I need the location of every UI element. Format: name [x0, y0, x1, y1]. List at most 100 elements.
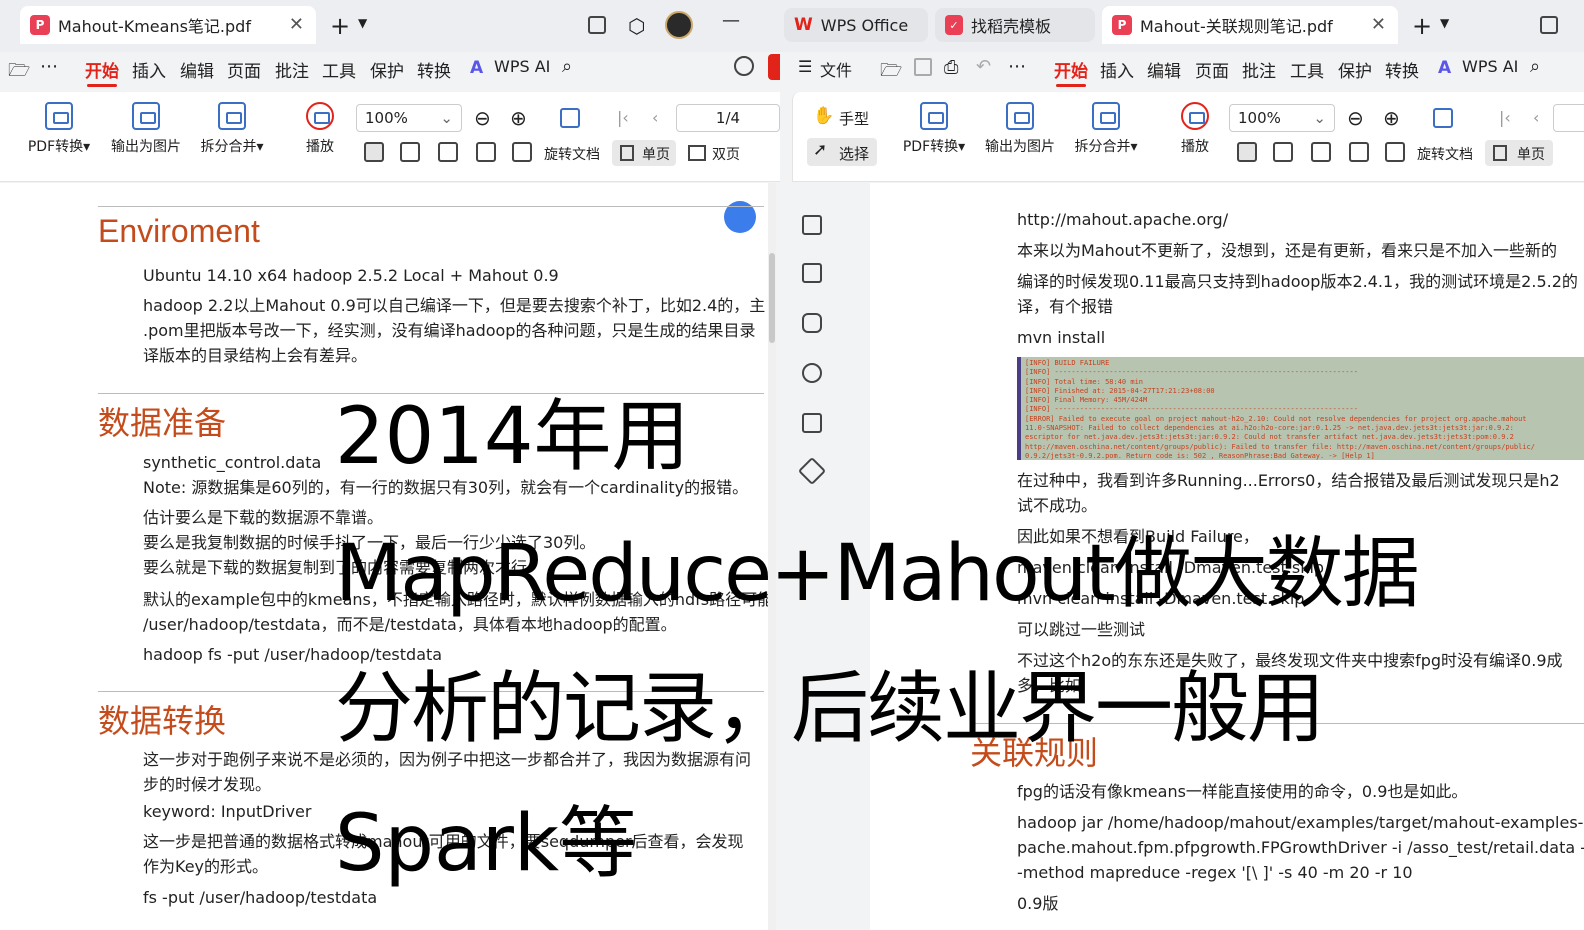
box-icon[interactable]: ⬡: [628, 14, 645, 38]
mahout-url[interactable]: http://mahout.apache.org/: [1017, 207, 1228, 232]
log-line: [INFO] Finished at: 2015-04-27T17:21:23+…: [1025, 386, 1215, 395]
menu-protect[interactable]: 保护: [370, 57, 404, 82]
menu-edit[interactable]: 编辑: [180, 57, 214, 82]
tab-mahout-kmeans[interactable]: P Mahout-Kmeans笔记.pdf ✕: [20, 6, 316, 44]
first-page-icon[interactable]: |‹: [617, 108, 629, 127]
chevron-down-icon[interactable]: ▼: [1440, 16, 1449, 30]
hamburger-icon[interactable]: ☰: [798, 57, 812, 76]
menu-page[interactable]: 页面: [1195, 57, 1229, 82]
zoom-select[interactable]: 100% ⌄: [356, 104, 462, 132]
rotate-left-icon[interactable]: [1349, 142, 1369, 162]
split-merge-button[interactable]: 拆分合并▾: [1070, 102, 1142, 156]
export-image-button[interactable]: 输出为图片: [982, 102, 1058, 156]
menu-annotate[interactable]: 批注: [1242, 57, 1276, 82]
build-log-image: [INFO] BUILD FAILURE [INFO] -------------…: [1017, 357, 1584, 460]
actual-size-icon[interactable]: [364, 142, 384, 162]
folder-icon[interactable]: 🗁: [8, 58, 30, 88]
rotate-right-icon[interactable]: [1385, 142, 1405, 162]
page-number-input[interactable]: [1553, 104, 1584, 132]
comment-icon[interactable]: [802, 313, 822, 333]
prev-page-icon[interactable]: ‹: [1533, 108, 1539, 127]
tab-mahout-assoc[interactable]: P Mahout-关联规则笔记.pdf ✕: [1102, 6, 1398, 44]
menu-wps-ai[interactable]: WPS AI: [494, 57, 550, 76]
rotate-doc-button[interactable]: 旋转文档: [1417, 144, 1473, 164]
menu-page[interactable]: 页面: [227, 57, 261, 82]
overlay-line-4: Spark等: [335, 799, 638, 889]
menu-start[interactable]: 开始: [85, 57, 119, 87]
open-icon[interactable]: 🗁: [880, 58, 902, 88]
env-paragraph-3: 译版本的目录结构上会有差异。: [143, 346, 368, 365]
menu-protect[interactable]: 保护: [1338, 57, 1372, 82]
hand-tool-button[interactable]: 手型: [839, 108, 869, 129]
pdf-convert-button[interactable]: PDF转换▾: [24, 102, 94, 156]
avatar[interactable]: [665, 11, 693, 39]
zoom-in-icon[interactable]: ⊕: [510, 106, 527, 130]
undo-icon[interactable]: ↶: [976, 56, 991, 77]
new-tab-button[interactable]: +: [330, 12, 350, 40]
menu-tools[interactable]: 工具: [1290, 57, 1324, 82]
fit-page-icon[interactable]: [1273, 142, 1293, 162]
bookmark-icon[interactable]: [802, 215, 822, 235]
paragraph-3: 译，有个报错: [1017, 297, 1114, 316]
signature-icon[interactable]: [802, 413, 822, 433]
menu-edit[interactable]: 编辑: [1147, 57, 1181, 82]
single-page-icon: [620, 145, 634, 161]
close-tab-icon[interactable]: ✕: [1371, 14, 1386, 35]
rotate-doc-button[interactable]: 旋转文档: [544, 144, 600, 164]
paragraph-4: mvn install: [1017, 328, 1106, 347]
menu-insert[interactable]: 插入: [132, 57, 166, 82]
pdf-convert-button[interactable]: PDF转换▾: [899, 102, 969, 156]
cloud-sync-icon[interactable]: [734, 56, 754, 76]
zoom-out-icon[interactable]: ⊖: [1347, 106, 1364, 130]
menu-annotate[interactable]: 批注: [275, 57, 309, 82]
actual-size-icon[interactable]: [1237, 142, 1257, 162]
thumbnail-icon[interactable]: [802, 263, 822, 283]
pdf-icon: P: [30, 15, 50, 35]
zoom-select[interactable]: 100% ⌄: [1229, 104, 1335, 132]
split-merge-label: 拆分合并: [200, 139, 257, 155]
attachment-icon[interactable]: [802, 363, 822, 383]
scrollbar-thumb[interactable]: [769, 253, 775, 343]
double-page-button[interactable]: 双页: [712, 144, 740, 164]
fit-page-icon[interactable]: [400, 142, 420, 162]
rotate-left-icon[interactable]: [476, 142, 496, 162]
menu-convert[interactable]: 转换: [1385, 57, 1419, 82]
more-icon[interactable]: ⋯: [40, 56, 58, 77]
page-number-input[interactable]: 1/4: [676, 104, 780, 132]
save-icon[interactable]: [914, 58, 932, 76]
export-image-button[interactable]: 输出为图片: [108, 102, 184, 156]
rotate-doc-icon: [560, 108, 580, 128]
split-merge-button[interactable]: 拆分合并▾: [196, 102, 268, 156]
print-icon[interactable]: ⎙: [944, 57, 958, 78]
menu-convert[interactable]: 转换: [417, 57, 451, 82]
menu-file[interactable]: 文件: [820, 57, 852, 81]
more-icon[interactable]: ⋯: [1008, 56, 1026, 77]
split-merge-icon: [1092, 102, 1120, 130]
minimize-icon[interactable]: —: [722, 10, 740, 31]
menu-start[interactable]: 开始: [1054, 57, 1088, 87]
close-tab-icon[interactable]: ✕: [289, 14, 304, 35]
menu-tools[interactable]: 工具: [322, 57, 356, 82]
prev-page-icon[interactable]: ‹: [652, 108, 658, 127]
play-button[interactable]: 播放: [300, 102, 340, 156]
fit-width-icon[interactable]: [438, 142, 458, 162]
first-page-icon[interactable]: |‹: [1499, 108, 1511, 127]
fit-width-icon[interactable]: [1311, 142, 1331, 162]
menu-wps-ai[interactable]: WPS AI: [1462, 57, 1518, 76]
select-tool-label: 选择: [839, 145, 870, 163]
new-tab-button[interactable]: +: [1412, 12, 1432, 40]
tab-wps-office[interactable]: W WPS Office: [784, 8, 928, 42]
menu-insert[interactable]: 插入: [1100, 57, 1134, 82]
rotate-right-icon[interactable]: [512, 142, 532, 162]
single-page-label: 单页: [1517, 147, 1545, 163]
search-icon[interactable]: ⌕: [562, 56, 572, 77]
search-icon[interactable]: ⌕: [1530, 56, 1540, 77]
zoom-out-icon[interactable]: ⊖: [474, 106, 491, 130]
chevron-down-icon[interactable]: ▼: [358, 16, 367, 30]
window-list-icon[interactable]: [588, 16, 606, 34]
zoom-in-icon[interactable]: ⊕: [1383, 106, 1400, 130]
window-list-icon[interactable]: [1540, 16, 1558, 34]
play-button[interactable]: 播放: [1175, 102, 1215, 156]
tab-template[interactable]: ✓ 找稻壳模板: [935, 8, 1095, 42]
layers-icon[interactable]: [797, 456, 827, 486]
